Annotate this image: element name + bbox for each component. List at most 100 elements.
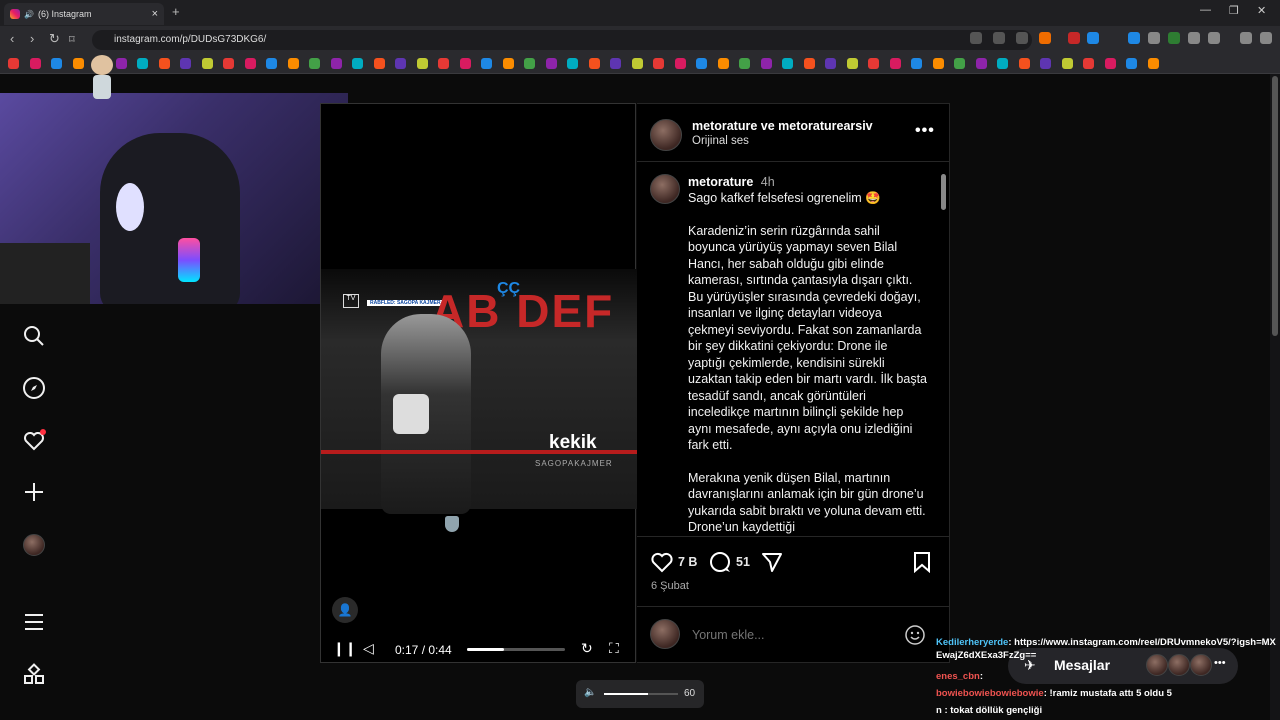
bookmark-favicon-icon[interactable]	[287, 58, 299, 69]
bookmark-favicon-icon[interactable]	[373, 58, 385, 69]
bookmark-favicon-icon[interactable]	[545, 58, 557, 69]
caption-scrollbar[interactable]	[940, 164, 948, 536]
comment-icon[interactable]	[709, 551, 731, 573]
reload-icon[interactable]: ↻	[49, 31, 60, 47]
profile-avatar-icon[interactable]	[23, 534, 45, 556]
extension-icon[interactable]	[1148, 32, 1160, 44]
bookmark-favicon-icon[interactable]	[115, 58, 127, 69]
like-count[interactable]: 7 B	[678, 555, 697, 569]
bookmark-favicon-icon[interactable]	[223, 58, 234, 69]
bookmark-favicon-icon[interactable]	[395, 58, 406, 69]
bookmark-icon[interactable]: ⌑	[69, 33, 75, 46]
save-bookmark-icon[interactable]	[913, 551, 931, 573]
bookmark-favicon-icon[interactable]	[137, 58, 148, 69]
bookmark-favicon-icon[interactable]	[696, 58, 707, 69]
bookmark-favicon-icon[interactable]	[72, 58, 84, 69]
bookmark-favicon-icon[interactable]	[201, 58, 213, 69]
more-options-icon[interactable]: •••	[915, 122, 935, 140]
explore-icon[interactable]	[22, 376, 46, 400]
bookmark-favicon-icon[interactable]	[352, 58, 363, 69]
window-close-icon[interactable]: ✕	[1257, 4, 1266, 17]
reel-video[interactable]: TV RABFLED: SAGOPA KAJMER AB DEF ÇÇ keki…	[320, 103, 637, 663]
video-progress[interactable]	[467, 648, 565, 651]
bookmark-favicon-icon[interactable]	[932, 58, 944, 69]
share-icon[interactable]	[1016, 32, 1028, 44]
bookmark-favicon-icon[interactable]	[997, 58, 1008, 69]
pause-icon[interactable]: ❙❙	[333, 640, 356, 657]
bookmark-favicon-icon[interactable]	[631, 58, 643, 69]
bookmark-favicon-icon[interactable]	[309, 58, 320, 69]
browser-tab[interactable]: 🔊 (6) Instagram ×	[4, 3, 164, 25]
extensions-puzzle-icon[interactable]	[1188, 32, 1200, 44]
bookmark-favicon-icon[interactable]	[1083, 58, 1094, 69]
share-icon[interactable]	[761, 551, 783, 573]
bookmark-favicon-icon[interactable]	[975, 58, 987, 69]
bookmark-favicon-icon[interactable]	[653, 58, 664, 69]
bookmark-favicon-icon[interactable]	[717, 58, 729, 69]
search-icon[interactable]	[22, 324, 46, 348]
like-icon[interactable]	[650, 551, 674, 573]
create-icon[interactable]	[22, 480, 46, 504]
forward-icon[interactable]: ›	[30, 31, 34, 46]
post-accounts[interactable]: metorature ve metoraturearsiv	[692, 119, 873, 133]
bookmark-favicon-icon[interactable]	[502, 58, 514, 69]
back-icon[interactable]: ‹	[10, 31, 14, 46]
bookmark-favicon-icon[interactable]	[739, 58, 750, 69]
bookmark-favicon-icon[interactable]	[868, 58, 879, 69]
header-avatar[interactable]	[650, 119, 682, 151]
volume-track[interactable]	[604, 693, 678, 695]
new-tab-button[interactable]: +	[172, 4, 180, 19]
user-tag-icon[interactable]: 👤	[332, 597, 358, 623]
more-menu-icon[interactable]	[22, 610, 46, 634]
bookmark-favicon-icon[interactable]	[459, 58, 471, 69]
screenshot-icon[interactable]	[993, 32, 1005, 44]
extension-icon[interactable]	[1168, 32, 1180, 44]
bookmark-favicon-icon[interactable]	[610, 58, 621, 69]
extension-icon[interactable]	[1128, 32, 1140, 44]
comment-count[interactable]: 51	[736, 555, 750, 569]
minimize-icon[interactable]: —	[1200, 4, 1211, 16]
emoji-icon[interactable]	[904, 624, 926, 646]
maximize-icon[interactable]: ❐	[1229, 4, 1239, 17]
bookmark-favicon-icon[interactable]	[1018, 58, 1030, 69]
bookmark-favicon-icon[interactable]	[1126, 58, 1137, 69]
bookmark-favicon-icon[interactable]	[51, 58, 62, 69]
close-tab-icon[interactable]: ×	[152, 8, 158, 20]
bookmark-favicon-icon[interactable]	[266, 58, 277, 69]
mute-icon[interactable]: ◁	[363, 640, 374, 657]
bookmark-favicon-icon[interactable]	[567, 58, 578, 69]
brave-shield-icon[interactable]	[1039, 32, 1051, 44]
bookmark-favicon-icon[interactable]	[1061, 58, 1073, 69]
author-name[interactable]: metorature	[688, 175, 753, 189]
page-scrollbar[interactable]	[1270, 74, 1280, 720]
volume-indicator[interactable]: 🔈 60	[576, 680, 704, 708]
extension-icon[interactable]	[1068, 32, 1080, 44]
bookmark-favicon-icon[interactable]	[782, 58, 793, 69]
address-bar[interactable]: instagram.com/p/DUDsG73DKG6/	[92, 30, 1032, 50]
bookmark-favicon-icon[interactable]	[588, 58, 600, 69]
bookmark-favicon-icon[interactable]	[29, 58, 41, 69]
bookmark-favicon-icon[interactable]	[1104, 58, 1116, 69]
sidebar-toggle-icon[interactable]	[1208, 32, 1220, 44]
bookmark-favicon-icon[interactable]	[244, 58, 256, 69]
bookmark-favicon-icon[interactable]	[760, 58, 772, 69]
bookmark-favicon-icon[interactable]	[524, 58, 535, 69]
author-avatar[interactable]	[650, 174, 680, 204]
menu-icon[interactable]	[1260, 32, 1272, 44]
bookmark-favicon-icon[interactable]	[330, 58, 342, 69]
bookmark-favicon-icon[interactable]	[911, 58, 922, 69]
bookmark-favicon-icon[interactable]	[803, 58, 815, 69]
fullscreen-icon[interactable]: ⛶	[609, 640, 619, 657]
extension-icon[interactable]	[1087, 32, 1099, 44]
media-icon[interactable]	[1240, 32, 1252, 44]
apps-grid-icon[interactable]	[22, 663, 46, 687]
bookmark-favicon-icon[interactable]	[825, 58, 836, 69]
bookmark-favicon-icon[interactable]	[8, 58, 19, 69]
bookmark-favicon-icon[interactable]	[416, 58, 428, 69]
bookmark-favicon-icon[interactable]	[846, 58, 858, 69]
bookmark-favicon-icon[interactable]	[481, 58, 492, 69]
bookmark-favicon-icon[interactable]	[1147, 58, 1159, 69]
comment-input[interactable]	[692, 626, 892, 644]
bookmark-favicon-icon[interactable]	[180, 58, 191, 69]
notifications-icon[interactable]	[22, 428, 46, 452]
